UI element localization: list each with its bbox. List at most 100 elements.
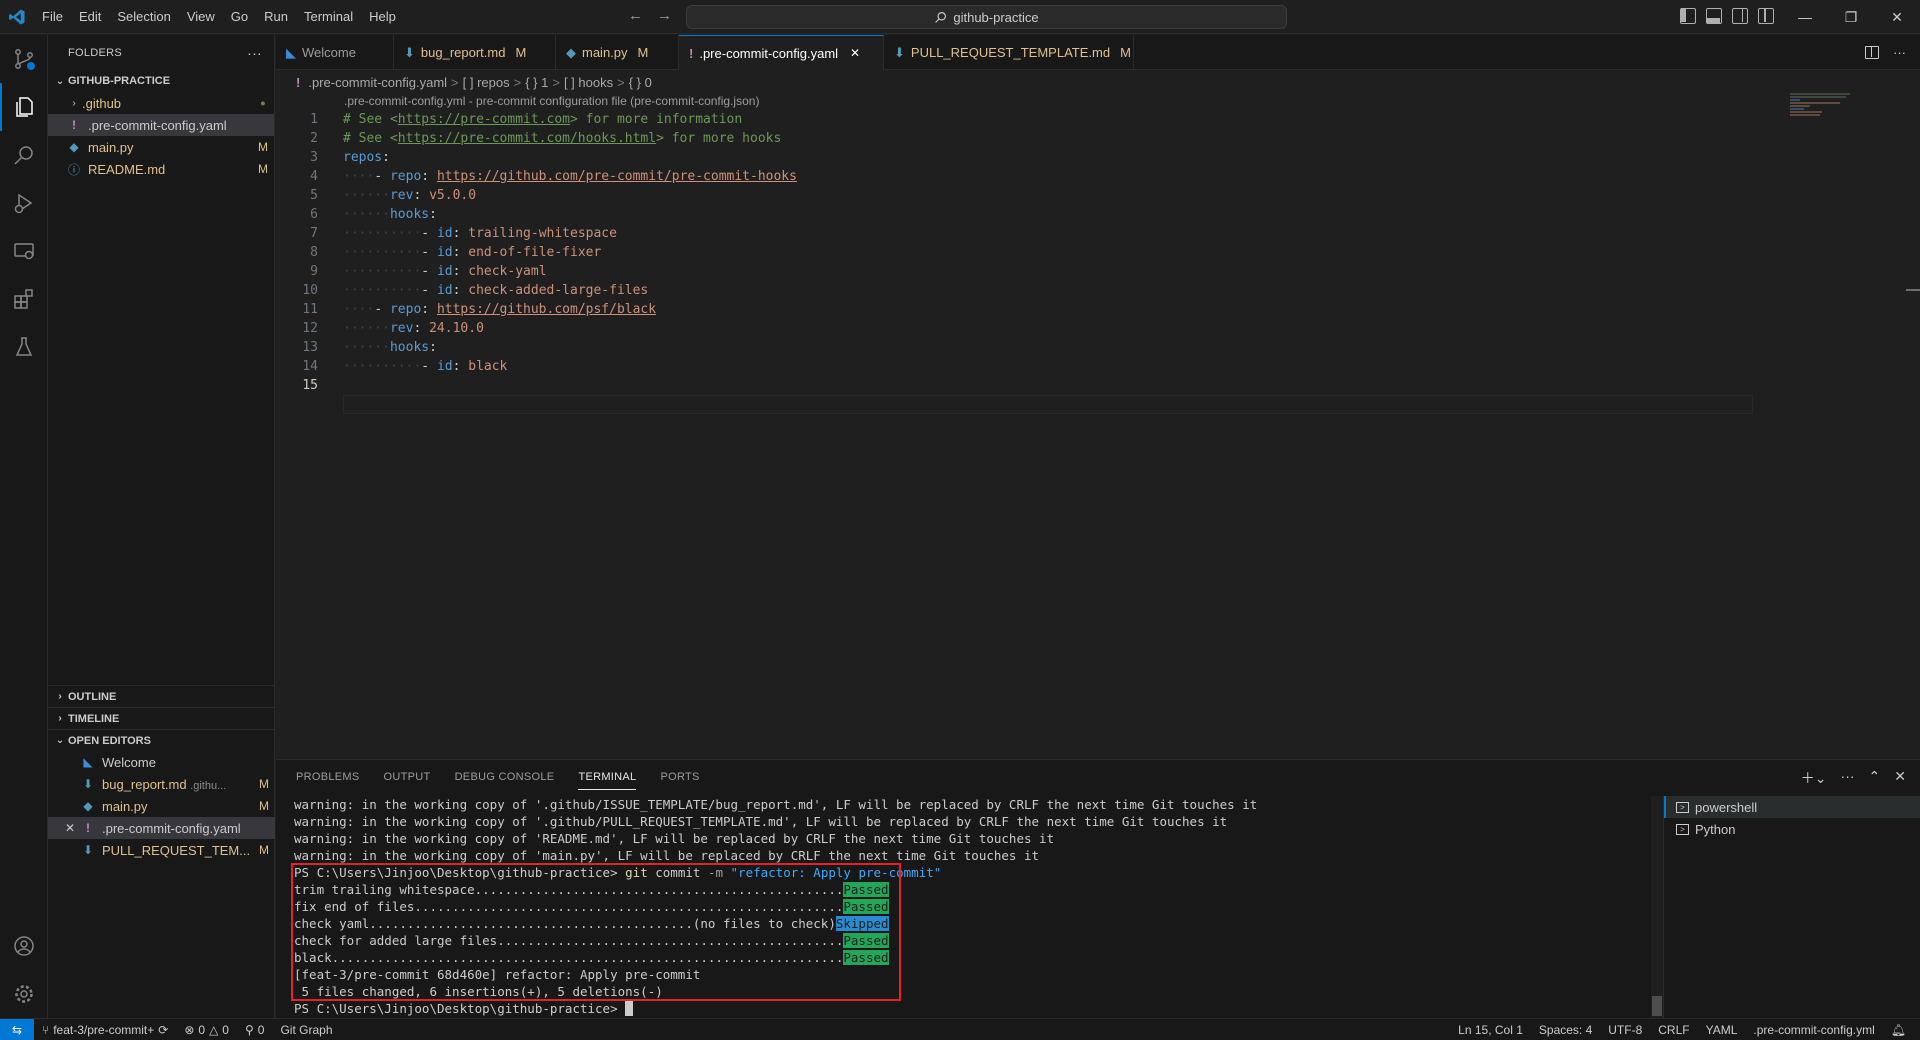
- code-editor[interactable]: .pre-commit-config.yml - pre-commit conf…: [276, 93, 1920, 758]
- tab-pre-commit-config[interactable]: ! .pre-commit-config.yaml ✕: [679, 35, 884, 70]
- open-editor-pull-request[interactable]: ⬇ PULL_REQUEST_TEM... M: [48, 839, 275, 861]
- toggle-primary-sidebar-icon[interactable]: [1680, 8, 1696, 24]
- status-ports[interactable]: ⚲ 0: [237, 1019, 272, 1040]
- terminal-item-python[interactable]: > Python: [1664, 818, 1920, 840]
- breadcrumb-item-1[interactable]: { } 1: [525, 75, 548, 90]
- run-debug-icon[interactable]: [0, 179, 48, 227]
- tab-main-py[interactable]: ◆ main.py M: [556, 35, 679, 70]
- split-editor-icon[interactable]: [1865, 46, 1879, 59]
- modified-badge: M: [258, 162, 268, 176]
- testing-flask-icon[interactable]: [0, 323, 48, 371]
- terminal-scrollbar[interactable]: [1651, 796, 1663, 1018]
- close-panel-icon[interactable]: ✕: [1894, 768, 1906, 788]
- status-position[interactable]: Ln 15, Col 1: [1450, 1019, 1531, 1040]
- bottom-panel: PROBLEMS OUTPUT DEBUG CONSOLE TERMINAL P…: [276, 759, 1920, 1018]
- back-arrow-icon[interactable]: ←: [628, 7, 643, 24]
- code-text: ······hooks:: [343, 207, 437, 222]
- explorer-icon[interactable]: [0, 83, 48, 131]
- tree-item-label: main.py: [88, 139, 134, 155]
- commit-result-line: [feat-3/pre-commit 68d460e] refactor: Ap…: [294, 967, 701, 982]
- menu-file[interactable]: File: [34, 4, 71, 30]
- terminal-scrollbar-thumb[interactable]: [1652, 996, 1662, 1016]
- search-sidebar-icon[interactable]: [0, 131, 48, 179]
- breadcrumb-repos[interactable]: [ ] repos: [463, 75, 510, 90]
- status-encoding[interactable]: UTF-8: [1600, 1019, 1650, 1040]
- remote-explorer-icon[interactable]: [0, 227, 48, 275]
- status-right: Ln 15, Col 1 Spaces: 4 UTF-8 CRLF YAML .…: [1450, 1019, 1920, 1040]
- toggle-secondary-sidebar-icon[interactable]: [1732, 8, 1748, 24]
- status-language[interactable]: YAML: [1698, 1019, 1746, 1040]
- tree-item-main-py[interactable]: ◆ main.py M: [48, 136, 274, 158]
- new-terminal-icon[interactable]: ＋⌄: [1801, 768, 1827, 788]
- modified-badge: M: [259, 799, 269, 813]
- code-line: 10 ··········- id: check-added-large-file…: [276, 281, 797, 300]
- menu-run[interactable]: Run: [256, 4, 296, 30]
- menu-go[interactable]: Go: [223, 4, 256, 30]
- breadcrumb-hooks[interactable]: [ ] hooks: [564, 75, 613, 90]
- maximize-panel-icon[interactable]: ⌃: [1869, 768, 1881, 788]
- close-tab-icon[interactable]: ✕: [850, 46, 860, 60]
- more-actions-icon[interactable]: ···: [247, 45, 262, 61]
- breadcrumb-file[interactable]: .pre-commit-config.yaml: [308, 75, 447, 90]
- status-indentation[interactable]: Spaces: 4: [1531, 1019, 1600, 1040]
- account-icon[interactable]: [0, 922, 48, 970]
- extensions-icon[interactable]: [0, 275, 48, 323]
- terminal-output[interactable]: warning: in the working copy of '.github…: [294, 796, 1664, 1018]
- minimize-icon[interactable]: —: [1782, 0, 1828, 34]
- open-editor-main-py[interactable]: ◆ main.py M: [48, 795, 275, 817]
- status-bar: ⇆ ⑂ feat-3/pre-commit+ ⟳ ⊗ 0 △ 0 ⚲ 0 Git Gr…: [0, 1018, 1920, 1040]
- tab-terminal[interactable]: TERMINAL: [578, 760, 637, 794]
- breadcrumb-item-0[interactable]: { } 0: [629, 75, 652, 90]
- open-editors-section[interactable]: ⌄ OPEN EDITORS: [48, 729, 275, 751]
- status-eol[interactable]: CRLF: [1650, 1019, 1697, 1040]
- restore-icon[interactable]: ❐: [1828, 0, 1874, 34]
- close-editor-icon[interactable]: ✕: [60, 821, 80, 835]
- terminal-line: warning: in the working copy of 'README.…: [294, 831, 1055, 846]
- notifications-bell-icon[interactable]: 🔔︎: [1883, 1019, 1920, 1040]
- open-editor-pre-commit[interactable]: ✕ ! .pre-commit-config.yaml: [48, 817, 275, 839]
- passed-badge: Passed: [843, 950, 889, 965]
- menu-help[interactable]: Help: [361, 4, 404, 30]
- menu-edit[interactable]: Edit: [71, 4, 109, 30]
- menu-view[interactable]: View: [179, 4, 223, 30]
- status-schema[interactable]: .pre-commit-config.yml: [1745, 1019, 1882, 1040]
- close-window-icon[interactable]: ✕: [1874, 0, 1920, 34]
- tab-output[interactable]: OUTPUT: [384, 760, 431, 794]
- timeline-section[interactable]: › TIMELINE: [48, 707, 275, 729]
- tree-item-pre-commit-config[interactable]: ! .pre-commit-config.yaml: [48, 114, 274, 136]
- settings-gear-icon[interactable]: [0, 970, 48, 1018]
- remote-indicator-icon[interactable]: ⇆: [0, 1018, 34, 1040]
- minimap[interactable]: [1790, 93, 1860, 133]
- tab-ports[interactable]: PORTS: [660, 760, 699, 794]
- menu-selection[interactable]: Selection: [109, 4, 178, 30]
- more-actions-icon[interactable]: ···: [1893, 45, 1906, 60]
- tab-welcome[interactable]: ◣ Welcome: [276, 35, 394, 70]
- command-center-search[interactable]: github-practice: [686, 5, 1287, 29]
- line-number: 6: [310, 207, 318, 222]
- tree-item-readme[interactable]: ⓘ README.md M: [48, 158, 274, 180]
- tab-bug-report[interactable]: ⬇ bug_report.md M: [394, 35, 556, 70]
- source-control-icon[interactable]: [0, 35, 48, 83]
- forward-arrow-icon[interactable]: →: [657, 7, 672, 24]
- tab-pull-request-template[interactable]: ⬇ PULL_REQUEST_TEMPLATE.md M: [884, 35, 1134, 70]
- tree-item-github[interactable]: › .github ●: [48, 92, 274, 114]
- status-branch[interactable]: ⑂ feat-3/pre-commit+ ⟳: [34, 1019, 176, 1040]
- toggle-panel-icon[interactable]: [1706, 8, 1722, 24]
- tab-problems[interactable]: PROBLEMS: [296, 760, 360, 794]
- menu-terminal[interactable]: Terminal: [296, 4, 361, 30]
- folder-root[interactable]: ⌄ GITHUB-PRACTICE: [48, 70, 274, 92]
- more-actions-icon[interactable]: ···: [1841, 768, 1855, 788]
- status-git-graph[interactable]: Git Graph: [272, 1019, 340, 1040]
- open-editor-bug-report[interactable]: ⬇ bug_report.md .githu... M: [48, 773, 275, 795]
- status-problems[interactable]: ⊗ 0 △ 0: [176, 1019, 237, 1040]
- customize-layout-icon[interactable]: [1758, 8, 1774, 24]
- explorer-header: FOLDERS ···: [48, 35, 274, 70]
- outline-section[interactable]: › OUTLINE: [48, 685, 275, 707]
- terminal-item-powershell[interactable]: > powershell: [1664, 796, 1920, 818]
- breadcrumb-separator: >: [617, 74, 625, 90]
- chevron-right-icon: ›: [58, 713, 62, 724]
- tab-debug-console[interactable]: DEBUG CONSOLE: [455, 760, 555, 794]
- open-editor-welcome[interactable]: ◣ Welcome: [48, 751, 275, 773]
- schema-codelens[interactable]: .pre-commit-config.yml - pre-commit conf…: [344, 93, 759, 110]
- tab-modified-badge: M: [637, 45, 649, 60]
